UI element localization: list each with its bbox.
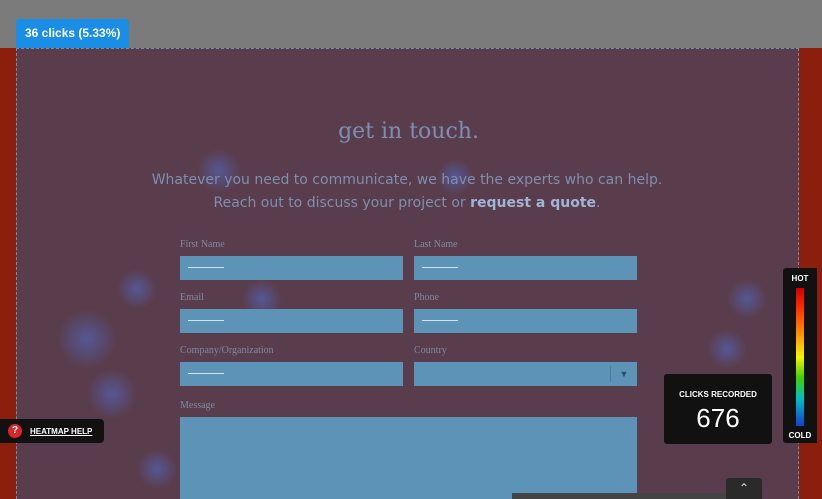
element-clicks-badge: 36 clicks (5.33%) (16, 19, 130, 48)
company-field[interactable] (180, 362, 403, 386)
message-textarea[interactable] (180, 417, 637, 499)
first-name-field[interactable] (180, 256, 403, 280)
bottom-toolbar-strip (512, 493, 726, 499)
legend-gradient-bar (796, 288, 804, 426)
heatmap-help-button[interactable]: ? HEATMAP HELP (0, 419, 104, 443)
intro-end: . (596, 195, 601, 211)
clicks-recorded-value: 676 (696, 403, 740, 433)
legend-cold-label: COLD (788, 431, 812, 440)
phone-label: Phone (414, 292, 439, 303)
email-label: Email (180, 292, 204, 303)
field-placeholder-line (188, 267, 224, 268)
intro-paragraph: Whatever you need to communicate, we hav… (147, 169, 667, 215)
email-field[interactable] (180, 309, 403, 333)
request-quote-link[interactable]: request a quote (470, 195, 596, 211)
heat-spot (57, 309, 117, 369)
heatmap-help-label: HEATMAP HELP (30, 426, 93, 436)
clicks-recorded-panel: CLICKS RECORDED 676 (664, 374, 772, 444)
company-label: Company/Organization (180, 345, 274, 356)
country-label: Country (414, 345, 447, 356)
chevron-down-icon[interactable]: ▼ (610, 366, 637, 382)
heat-spot (727, 279, 767, 319)
message-label: Message (180, 400, 215, 411)
last-name-field[interactable] (414, 256, 637, 280)
heat-spot (117, 269, 157, 309)
page-title: get in touch. (338, 119, 479, 144)
heat-spot (87, 369, 137, 419)
clicks-recorded-label: CLICKS RECORDED (679, 390, 757, 399)
field-placeholder-line (188, 320, 224, 321)
last-name-label: Last Name (414, 239, 458, 250)
phone-field[interactable] (414, 309, 637, 333)
chevron-up-icon[interactable]: ⌃ (726, 478, 762, 499)
first-name-label: First Name (180, 239, 225, 250)
legend-hot-label: HOT (791, 274, 809, 283)
country-select[interactable]: ▼ (414, 362, 637, 386)
field-placeholder-line (422, 267, 458, 268)
heat-spot (707, 329, 747, 369)
field-placeholder-line (422, 320, 458, 321)
field-placeholder-line (188, 373, 224, 374)
heat-spot (137, 449, 177, 489)
question-icon: ? (8, 424, 22, 438)
heat-legend: HOT COLD (783, 268, 817, 443)
